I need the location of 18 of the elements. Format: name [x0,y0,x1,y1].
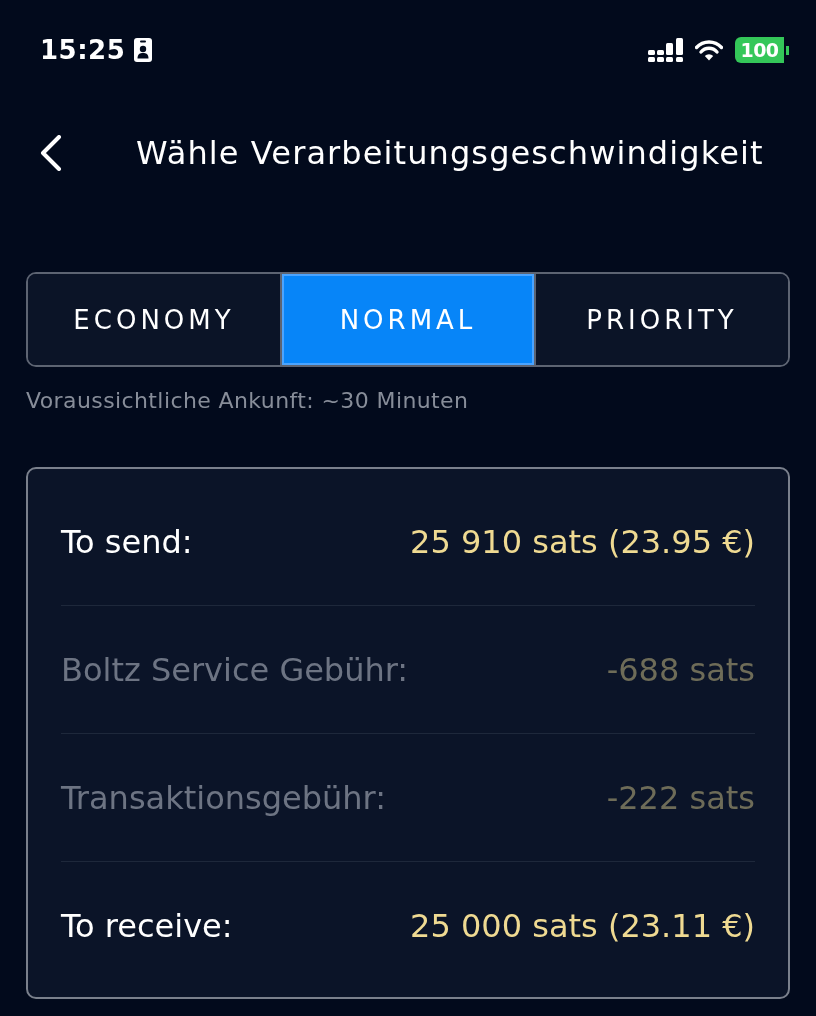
id-card-icon [134,38,153,62]
page-title: Wähle Verarbeitungsgeschwindigkeit [136,133,764,173]
summary-value: 25 000 sats (23.11 €) [410,906,755,946]
wifi-icon [695,39,723,61]
signal-icon [648,38,683,62]
speed-tab[interactable]: NORMAL [280,274,534,365]
speed-tab[interactable]: PRIORITY [534,274,788,365]
summary-label: To send: [61,521,193,562]
battery-indicator: 100 [735,37,789,63]
summary-value: 25 910 sats (23.95 €) [410,521,755,562]
summary-value: -222 sats [606,777,755,818]
summary-label: Transaktionsgebühr: [61,777,386,818]
status-time: 15:25 [40,35,126,65]
summary-value: -688 sats [606,649,755,690]
summary-label: Boltz Service Gebühr: [61,649,409,690]
chevron-left-icon [40,135,62,171]
eta-text: Voraussichtliche Ankunft: ~30 Minuten [26,387,470,415]
summary-label: To receive: [61,906,233,946]
